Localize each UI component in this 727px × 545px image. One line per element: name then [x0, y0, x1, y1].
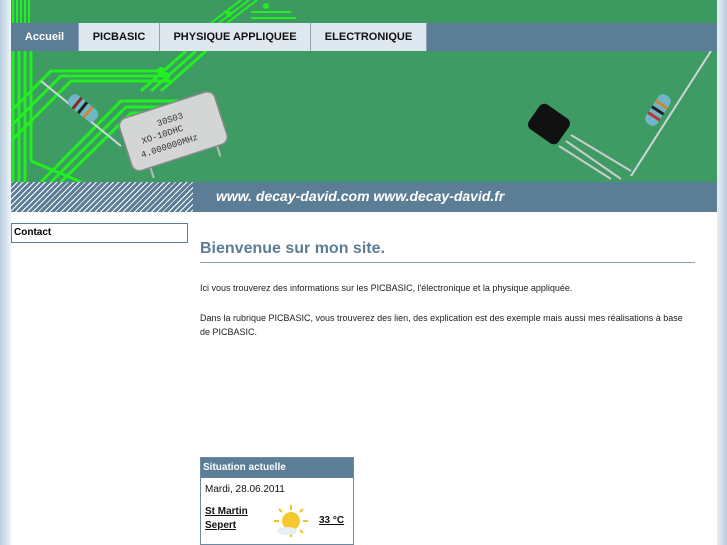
hatch-decoration	[11, 182, 193, 212]
picbasic-paragraph: Dans la rubrique PICBASIC, vous trouvere…	[200, 313, 683, 337]
weather-header: Situation actuelle	[201, 458, 353, 478]
sidebar-item-contact[interactable]: Contact	[11, 223, 188, 243]
nav-item-accueil[interactable]: Accueil	[11, 23, 79, 51]
nav-item-electronique[interactable]: ELECTRONIQUE	[311, 23, 427, 51]
circuit-board-illustration: 30S03 XO-10DHC 4.000000MHz	[11, 51, 712, 182]
weather-row: St Martin Sepert 33 °C	[201, 500, 353, 540]
url-band: www. decay-david.com www.decay-david.fr	[11, 182, 717, 212]
page: Accueil PICBASIC PHYSIQUE APPLIQUEE ELEC…	[11, 0, 717, 545]
top-banner-strip	[11, 0, 717, 23]
weather-date: Mardi, 28.06.2011	[205, 484, 285, 495]
intro-paragraph: Ici vous trouverez des informations sur …	[200, 283, 573, 293]
site-url-text: www. decay-david.com www.decay-david.fr	[216, 188, 505, 204]
nav-item-physique-appliquee[interactable]: PHYSIQUE APPLIQUEE	[160, 23, 311, 51]
sun-cloud-icon	[274, 505, 308, 537]
weather-temperature[interactable]: 33 °C	[319, 515, 344, 526]
nav-item-picbasic[interactable]: PICBASIC	[79, 23, 160, 51]
crystal-oscillator-icon: 30S03 XO-10DHC 4.000000MHz	[118, 90, 229, 179]
weather-widget: Situation actuelle Mardi, 28.06.2011 St …	[200, 457, 354, 545]
resistor-right-icon	[630, 51, 712, 177]
circuit-traces-top	[12, 0, 296, 23]
sidebar: Contact	[11, 223, 188, 243]
main-navigation: Accueil PICBASIC PHYSIQUE APPLIQUEE ELEC…	[11, 23, 717, 51]
weather-city-link[interactable]: St Martin Sepert	[205, 505, 265, 533]
main-content: Bienvenue sur mon site. Ici vous trouver…	[200, 240, 695, 355]
transistor-icon	[528, 103, 632, 180]
page-title: Bienvenue sur mon site.	[200, 240, 695, 263]
header-banner: 30S03 XO-10DHC 4.000000MHz	[11, 51, 717, 182]
